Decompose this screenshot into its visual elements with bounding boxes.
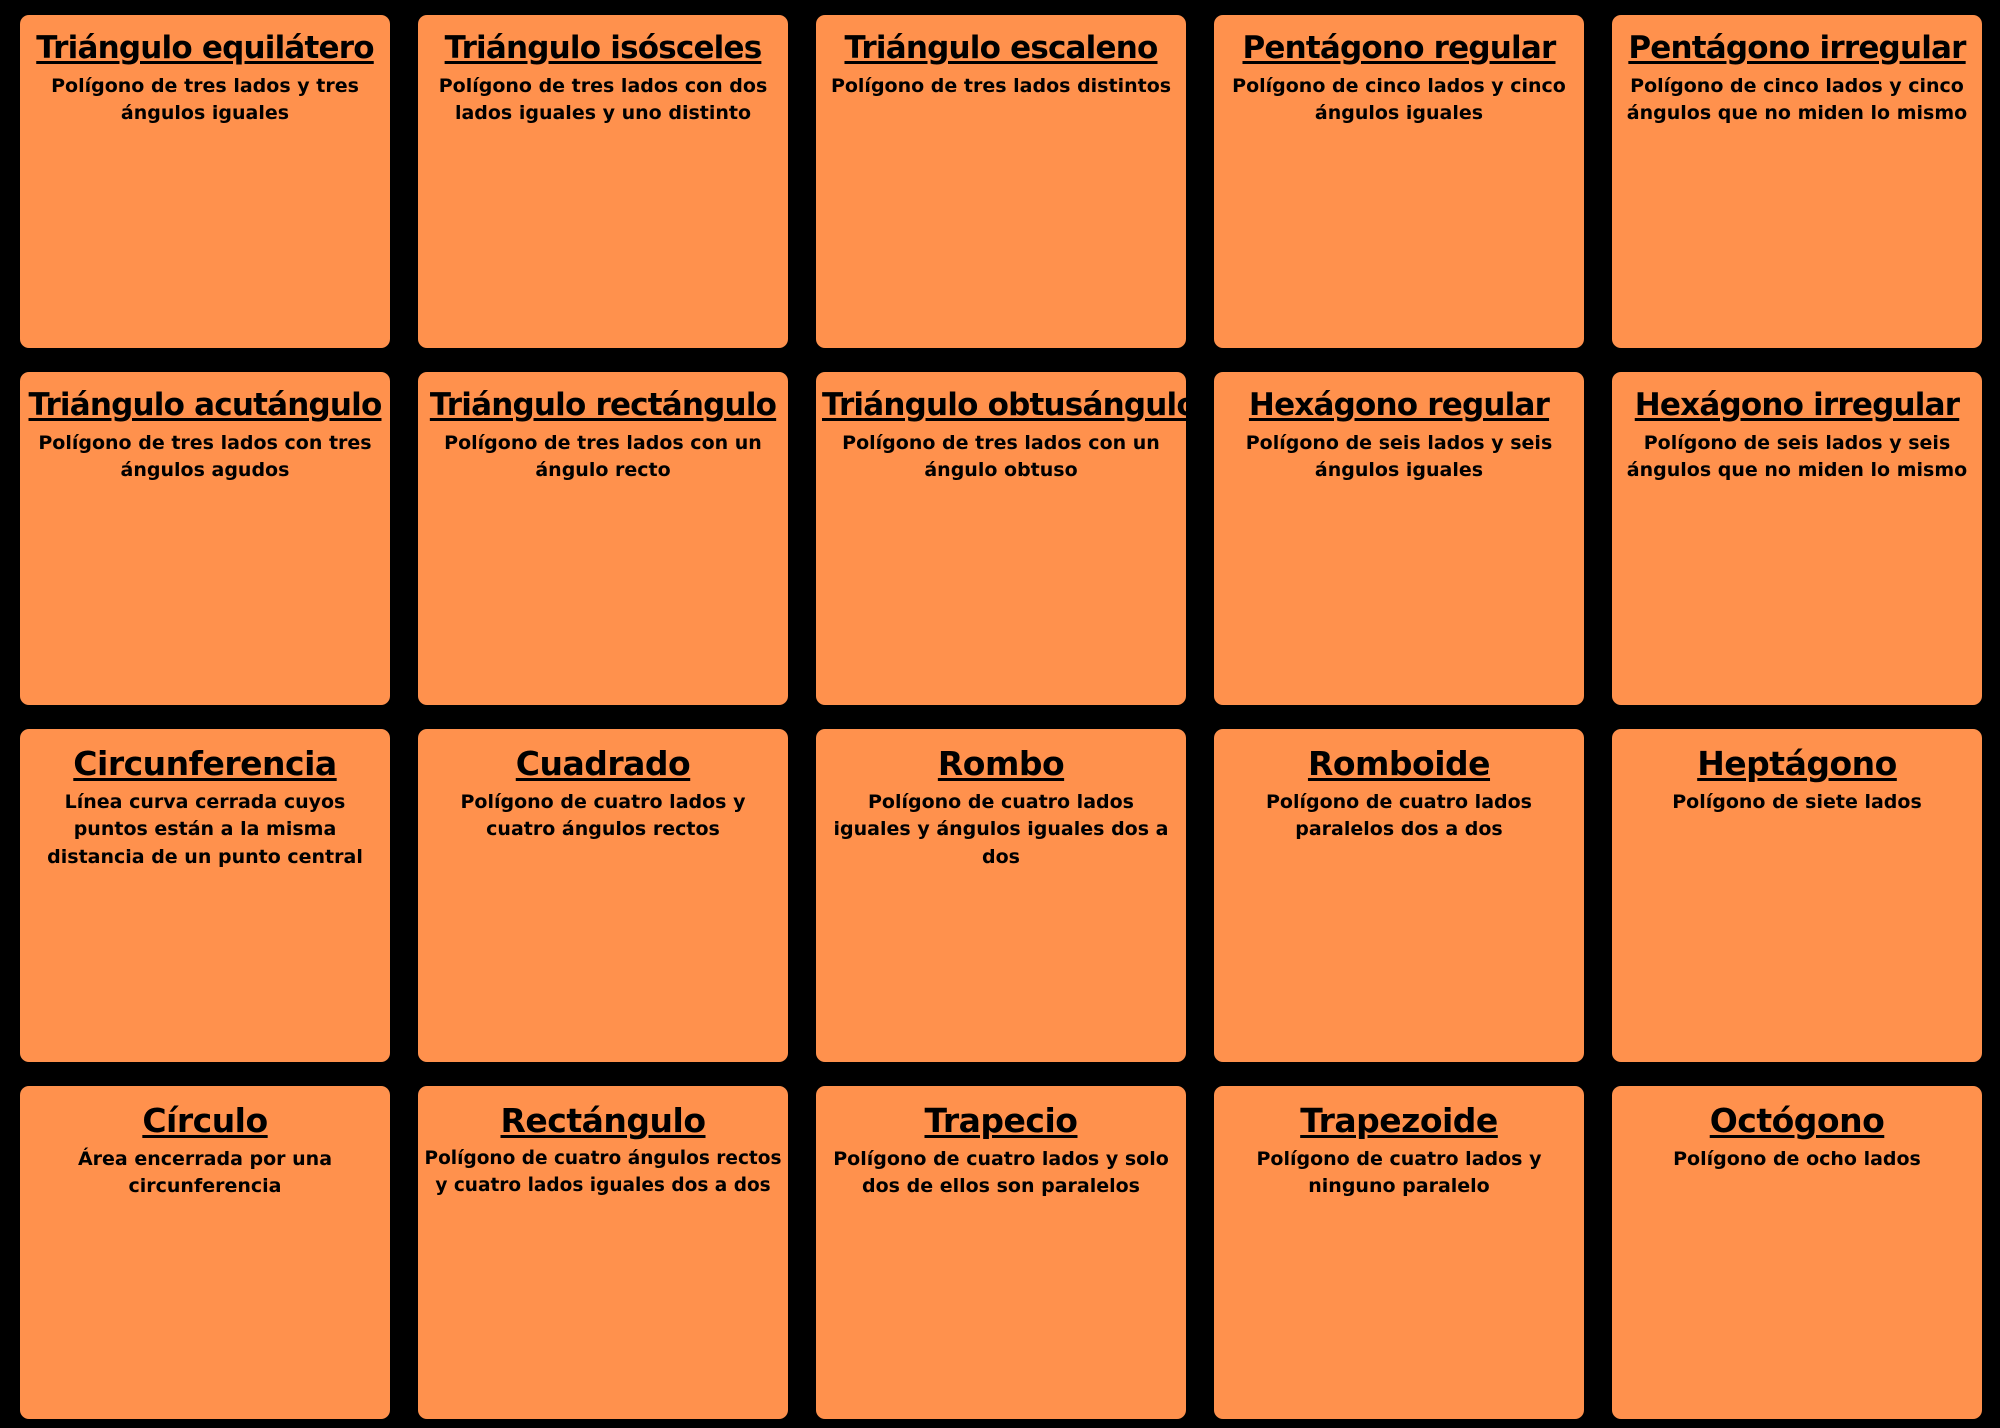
card-description: Polígono de tres lados y tres ángulos ig… — [51, 74, 359, 125]
card-description: Área encerrada por una circunferencia — [77, 1147, 333, 1198]
card-description: Polígono de tres lados con dos lados igu… — [438, 74, 768, 125]
card-description: Polígono de cuatro lados iguales y ángul… — [833, 790, 1169, 869]
card-pentagono-irregular[interactable]: Pentágono irregular Polígono de cinco la… — [1612, 15, 1982, 348]
card-description: Polígono de cuatro lados y cuatro ángulo… — [460, 790, 746, 841]
card-title: Rombo — [937, 744, 1065, 783]
card-title: Triángulo isósceles — [444, 30, 763, 66]
card-frame: Triángulo equilátero Polígono de tres la… — [0, 0, 398, 357]
card-frame: Romboide Polígono de cuatro lados parale… — [1194, 714, 1592, 1071]
card-title: Pentágono irregular — [1628, 30, 1966, 66]
card-frame: Trapezoide Polígono de cuatro lados y ni… — [1194, 1071, 1592, 1428]
card-romboide[interactable]: Romboide Polígono de cuatro lados parale… — [1214, 729, 1584, 1062]
card-frame: Pentágono regular Polígono de cinco lado… — [1194, 0, 1592, 357]
card-frame: Octógono Polígono de ocho lados — [1592, 1071, 1990, 1428]
card-description: Línea curva cerrada cuyos puntos están a… — [47, 790, 363, 869]
card-description: Polígono de tres lados distintos — [830, 74, 1172, 97]
card-frame: Rectángulo Polígono de cuatro ángulos re… — [398, 1071, 796, 1428]
card-title: Trapecio — [924, 1101, 1078, 1140]
card-title: Triángulo escaleno — [844, 30, 1158, 66]
card-description: Polígono de ocho lados — [1673, 1147, 1921, 1170]
cards-board: Triángulo equilátero Polígono de tres la… — [0, 0, 2000, 1428]
card-title: Hexágono irregular — [1634, 387, 1960, 423]
card-title: Triángulo obtusángulo — [822, 387, 1198, 423]
card-octogono[interactable]: Octógono Polígono de ocho lados — [1612, 1086, 1982, 1419]
card-rectangulo[interactable]: Rectángulo Polígono de cuatro ángulos re… — [418, 1086, 788, 1419]
card-title: Rectángulo — [500, 1101, 707, 1140]
card-trapecio[interactable]: Trapecio Polígono de cuatro lados y solo… — [816, 1086, 1186, 1419]
card-description: Polígono de tres lados con tres ángulos … — [38, 431, 372, 482]
card-frame: Trapecio Polígono de cuatro lados y solo… — [796, 1071, 1194, 1428]
card-triangulo-escaleno[interactable]: Triángulo escaleno Polígono de tres lado… — [816, 15, 1186, 348]
card-frame: Triángulo acutángulo Polígono de tres la… — [0, 357, 398, 714]
card-frame: Hexágono regular Polígono de seis lados … — [1194, 357, 1592, 714]
card-title: Hexágono regular — [1248, 387, 1550, 423]
card-description: Polígono de siete lados — [1672, 790, 1922, 813]
card-frame: Hexágono irregular Polígono de seis lado… — [1592, 357, 1990, 714]
card-frame: Heptágono Polígono de siete lados — [1592, 714, 1990, 1071]
card-frame: Rombo Polígono de cuatro lados iguales y… — [796, 714, 1194, 1071]
card-hexagono-regular[interactable]: Hexágono regular Polígono de seis lados … — [1214, 372, 1584, 705]
card-description: Polígono de cuatro lados y ninguno paral… — [1256, 1147, 1542, 1198]
card-circunferencia[interactable]: Circunferencia Línea curva cerrada cuyos… — [20, 729, 390, 1062]
card-frame: Cuadrado Polígono de cuatro lados y cuat… — [398, 714, 796, 1071]
card-frame: Círculo Área encerrada por una circunfer… — [0, 1071, 398, 1428]
card-triangulo-rectangulo[interactable]: Triángulo rectángulo Polígono de tres la… — [418, 372, 788, 705]
card-title: Triángulo acutángulo — [28, 387, 383, 423]
card-trapezoide[interactable]: Trapezoide Polígono de cuatro lados y ni… — [1214, 1086, 1584, 1419]
card-title: Pentágono regular — [1242, 30, 1556, 66]
card-description: Polígono de seis lados y seis ángulos ig… — [1245, 431, 1553, 482]
card-pentagono-regular[interactable]: Pentágono regular Polígono de cinco lado… — [1214, 15, 1584, 348]
card-frame: Triángulo escaleno Polígono de tres lado… — [796, 0, 1194, 357]
card-title: Triángulo equilátero — [36, 30, 374, 66]
card-description: Polígono de cuatro ángulos rectos y cuat… — [424, 1147, 782, 1196]
card-triangulo-equilatero[interactable]: Triángulo equilátero Polígono de tres la… — [20, 15, 390, 348]
card-rombo[interactable]: Rombo Polígono de cuatro lados iguales y… — [816, 729, 1186, 1062]
card-description: Polígono de cinco lados y cinco ángulos … — [1626, 74, 1968, 125]
card-description: Polígono de tres lados con un ángulo obt… — [842, 431, 1160, 482]
card-title: Octógono — [1709, 1101, 1885, 1140]
card-description: Polígono de cuatro lados y solo dos de e… — [833, 1147, 1169, 1198]
card-frame: Triángulo rectángulo Polígono de tres la… — [398, 357, 796, 714]
card-title: Triángulo rectángulo — [429, 387, 777, 423]
card-description: Polígono de seis lados y seis ángulos qu… — [1626, 431, 1968, 482]
card-description: Polígono de tres lados con un ángulo rec… — [444, 431, 762, 482]
card-triangulo-isosceles[interactable]: Triángulo isósceles Polígono de tres lad… — [418, 15, 788, 348]
card-title: Circunferencia — [73, 744, 337, 783]
card-circulo[interactable]: Círculo Área encerrada por una circunfer… — [20, 1086, 390, 1419]
card-frame: Triángulo obtusángulo Polígono de tres l… — [796, 357, 1198, 714]
card-triangulo-acutangulo[interactable]: Triángulo acutángulo Polígono de tres la… — [20, 372, 390, 705]
card-frame: Triángulo isósceles Polígono de tres lad… — [398, 0, 796, 357]
card-triangulo-obtusangulo[interactable]: Triángulo obtusángulo Polígono de tres l… — [816, 372, 1198, 705]
card-title: Romboide — [1307, 744, 1491, 783]
card-heptagono[interactable]: Heptágono Polígono de siete lados — [1612, 729, 1982, 1062]
card-title: Cuadrado — [515, 744, 691, 783]
card-description: Polígono de cuatro lados paralelos dos a… — [1266, 790, 1532, 841]
card-title: Círculo — [142, 1101, 268, 1140]
card-title: Trapezoide — [1300, 1101, 1498, 1140]
card-hexagono-irregular[interactable]: Hexágono irregular Polígono de seis lado… — [1612, 372, 1982, 705]
card-frame: Circunferencia Línea curva cerrada cuyos… — [0, 714, 398, 1071]
card-description: Polígono de cinco lados y cinco ángulos … — [1232, 74, 1566, 125]
card-title: Heptágono — [1697, 744, 1897, 783]
card-frame: Pentágono irregular Polígono de cinco la… — [1592, 0, 1990, 357]
card-cuadrado[interactable]: Cuadrado Polígono de cuatro lados y cuat… — [418, 729, 788, 1062]
